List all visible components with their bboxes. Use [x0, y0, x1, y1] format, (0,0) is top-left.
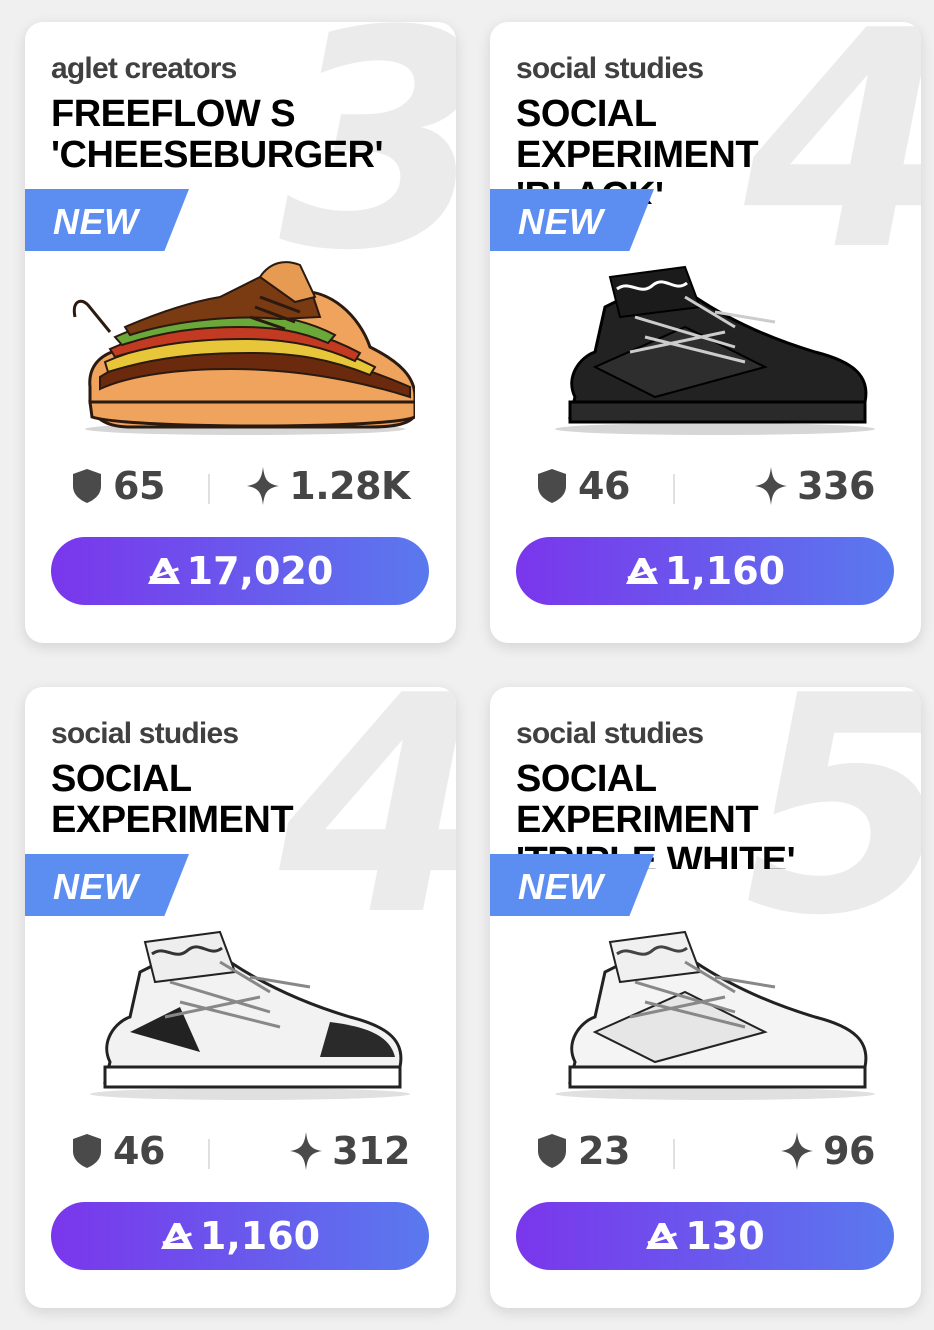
- stats-row: 46 336: [490, 462, 921, 514]
- stat-divider: [673, 474, 675, 504]
- product-title: SOCIAL EXPERIMENT 'BLACK': [516, 94, 759, 204]
- price-label: 130: [685, 1214, 765, 1258]
- price-button[interactable]: 130: [516, 1202, 894, 1270]
- shield-value: 46: [113, 1129, 165, 1173]
- shield-icon: [536, 1133, 568, 1169]
- aglet-currency-icon: [645, 1221, 679, 1251]
- sparkle-value: 336: [797, 464, 875, 508]
- price-label: 1,160: [199, 1214, 321, 1258]
- stats-row: 23 96: [490, 1127, 921, 1179]
- sneaker-image[interactable]: [70, 257, 415, 442]
- new-badge-label: NEW: [53, 201, 139, 242]
- sparkle-value: 1.28K: [289, 464, 410, 508]
- stat-divider: [673, 1139, 675, 1169]
- shield-value: 23: [578, 1129, 630, 1173]
- shield-icon: [71, 468, 103, 504]
- shield-icon: [71, 1133, 103, 1169]
- stats-row: 65 1.28K: [25, 462, 456, 514]
- new-badge-label: NEW: [53, 866, 139, 907]
- stat-divider: [208, 474, 210, 504]
- shield-icon: [536, 468, 568, 504]
- sparkle-icon: [781, 1132, 813, 1170]
- price-button[interactable]: 1,160: [51, 1202, 429, 1270]
- stat-divider: [208, 1139, 210, 1169]
- sparkle-stat: 96: [781, 1129, 875, 1173]
- price-button[interactable]: 17,020: [51, 537, 429, 605]
- product-title: SOCIAL EXPERIMENT 'TRIPLE WHITE': [516, 759, 796, 869]
- new-badge: NEW: [25, 854, 189, 916]
- shield-stat: 46: [536, 464, 630, 508]
- shield-value: 65: [113, 464, 165, 508]
- brand-name: social studies: [516, 717, 704, 750]
- aglet-currency-icon: [625, 556, 659, 586]
- price-label: 17,020: [186, 549, 334, 593]
- sparkle-icon: [290, 1132, 322, 1170]
- new-badge: NEW: [490, 854, 654, 916]
- product-card[interactable]: 4 social studies SOCIAL EXPERIMENT NEW 4…: [25, 687, 456, 1308]
- sparkle-stat: 1.28K: [247, 464, 410, 508]
- new-badge-label: NEW: [518, 866, 604, 907]
- aglet-currency-icon: [147, 556, 181, 586]
- aglet-currency-icon: [160, 1221, 194, 1251]
- shield-stat: 65: [71, 464, 165, 508]
- new-badge: NEW: [25, 189, 189, 251]
- product-card[interactable]: 4 social studies SOCIAL EXPERIMENT 'BLAC…: [490, 22, 921, 643]
- product-card[interactable]: 5 social studies SOCIAL EXPERIMENT 'TRIP…: [490, 687, 921, 1308]
- brand-name: social studies: [51, 717, 239, 750]
- brand-name: social studies: [516, 52, 704, 85]
- price-label: 1,160: [664, 549, 786, 593]
- brand-name: aglet creators: [51, 52, 237, 85]
- shield-stat: 23: [536, 1129, 630, 1173]
- new-badge: NEW: [490, 189, 654, 251]
- sparkle-value: 96: [823, 1129, 875, 1173]
- sparkle-icon: [755, 467, 787, 505]
- sparkle-stat: 336: [755, 464, 875, 508]
- sparkle-stat: 312: [290, 1129, 410, 1173]
- sparkle-value: 312: [332, 1129, 410, 1173]
- shield-value: 46: [578, 464, 630, 508]
- sneaker-image[interactable]: [70, 922, 415, 1107]
- sparkle-icon: [247, 467, 279, 505]
- shield-stat: 46: [71, 1129, 165, 1173]
- new-badge-label: NEW: [518, 201, 604, 242]
- product-card[interactable]: 3 aglet creators FREEFLOW S 'CHEESEBURGE…: [25, 22, 456, 643]
- stats-row: 46 312: [25, 1127, 456, 1179]
- sneaker-image[interactable]: [535, 922, 880, 1107]
- price-button[interactable]: 1,160: [516, 537, 894, 605]
- product-title: SOCIAL EXPERIMENT: [51, 759, 294, 841]
- product-title: FREEFLOW S 'CHEESEBURGER': [51, 94, 384, 176]
- sneaker-image[interactable]: [535, 257, 880, 442]
